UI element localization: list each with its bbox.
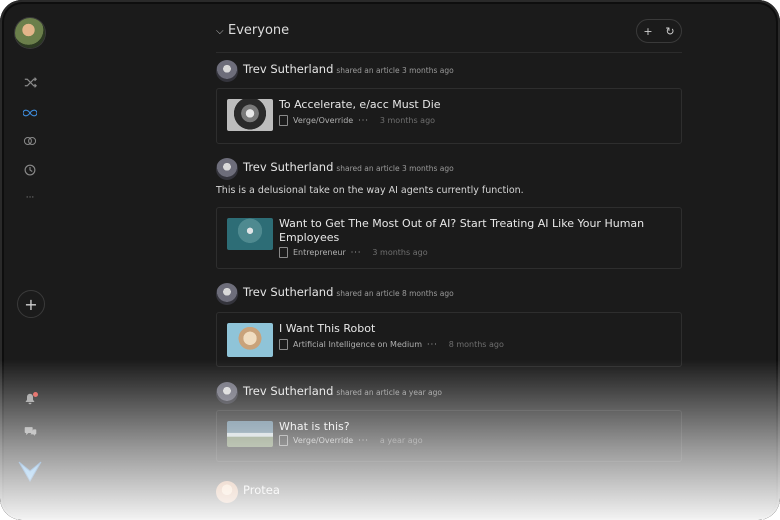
post-comment: This is a delusional take on the way AI … bbox=[216, 185, 524, 196]
author-name[interactable]: Protea bbox=[243, 483, 280, 497]
feed-header: ⌵ Everyone + ↻ bbox=[216, 18, 682, 53]
notification-badge bbox=[33, 392, 38, 397]
more-options-icon[interactable]: ··· bbox=[358, 116, 369, 125]
more-options-icon[interactable]: ··· bbox=[358, 436, 369, 445]
app-window: ··· + ⌵ Everyone + ↻ Trev Sutherland sha… bbox=[0, 0, 780, 520]
article-time: 3 months ago bbox=[372, 248, 428, 257]
article-card[interactable]: To Accelerate, e/acc Must Die Verge/Over… bbox=[216, 88, 682, 144]
plus-icon: + bbox=[24, 294, 38, 314]
article-title[interactable]: Want to Get The Most Out of AI? Start Tr… bbox=[279, 217, 659, 245]
article-source[interactable]: Verge/Override bbox=[293, 436, 353, 445]
header-actions: + ↻ bbox=[636, 19, 682, 43]
article-title[interactable]: I Want This Robot bbox=[279, 322, 659, 336]
app-logo bbox=[18, 460, 42, 486]
author-avatar[interactable] bbox=[216, 382, 238, 404]
article-thumbnail bbox=[227, 421, 273, 447]
chat-icon[interactable] bbox=[19, 420, 41, 442]
document-icon bbox=[279, 435, 288, 446]
article-source[interactable]: Entrepreneur bbox=[293, 248, 346, 257]
infinity-icon[interactable] bbox=[19, 102, 41, 124]
author-avatar[interactable] bbox=[216, 481, 238, 503]
article-card[interactable]: What is this? Verge/Override ··· a year … bbox=[216, 410, 682, 462]
user-avatar[interactable] bbox=[15, 18, 45, 48]
article-time: a year ago bbox=[379, 436, 423, 445]
author-avatar[interactable] bbox=[216, 158, 238, 180]
more-icon[interactable]: ··· bbox=[19, 187, 41, 209]
post-action: shared an article a year ago bbox=[336, 388, 442, 397]
article-thumbnail bbox=[227, 99, 273, 131]
add-button[interactable]: + bbox=[17, 290, 45, 318]
bell-icon[interactable] bbox=[19, 388, 41, 410]
post-action: shared an article 3 months ago bbox=[336, 66, 454, 75]
rings-icon[interactable] bbox=[19, 130, 41, 152]
refresh-button[interactable]: ↻ bbox=[665, 25, 674, 38]
document-icon bbox=[279, 115, 288, 126]
post-action: shared an article 3 months ago bbox=[336, 164, 454, 173]
sidebar: ··· + bbox=[0, 0, 60, 520]
chevron-down-icon[interactable]: ⌵ bbox=[216, 26, 224, 37]
article-card[interactable]: I Want This Robot Artificial Intelligenc… bbox=[216, 312, 682, 367]
article-thumbnail bbox=[227, 323, 273, 357]
author-name[interactable]: Trev Sutherland bbox=[243, 285, 333, 299]
more-options-icon[interactable]: ··· bbox=[351, 248, 362, 257]
article-title[interactable]: To Accelerate, e/acc Must Die bbox=[279, 98, 659, 112]
article-time: 3 months ago bbox=[379, 116, 436, 125]
feed-filter-title[interactable]: Everyone bbox=[228, 23, 289, 38]
author-avatar[interactable] bbox=[216, 60, 238, 82]
post-action: shared an article 8 months ago bbox=[336, 289, 454, 298]
document-icon bbox=[279, 339, 288, 350]
more-icon-glyph: ··· bbox=[25, 193, 35, 203]
author-name[interactable]: Trev Sutherland bbox=[243, 62, 333, 76]
shuffle-icon[interactable] bbox=[19, 71, 41, 93]
article-time: 8 months ago bbox=[448, 340, 504, 349]
document-icon bbox=[279, 247, 288, 258]
article-source[interactable]: Verge/Override bbox=[293, 116, 353, 125]
author-name[interactable]: Trev Sutherland bbox=[243, 384, 333, 398]
article-title[interactable]: What is this? bbox=[279, 420, 659, 434]
article-source[interactable]: Artificial Intelligence on Medium bbox=[293, 340, 422, 349]
article-thumbnail bbox=[227, 218, 273, 250]
author-name[interactable]: Trev Sutherland bbox=[243, 160, 333, 174]
article-card[interactable]: Want to Get The Most Out of AI? Start Tr… bbox=[216, 207, 682, 269]
author-avatar[interactable] bbox=[216, 283, 238, 305]
new-post-button[interactable]: + bbox=[643, 25, 652, 38]
clock-icon[interactable] bbox=[19, 159, 41, 181]
more-options-icon[interactable]: ··· bbox=[427, 340, 438, 349]
